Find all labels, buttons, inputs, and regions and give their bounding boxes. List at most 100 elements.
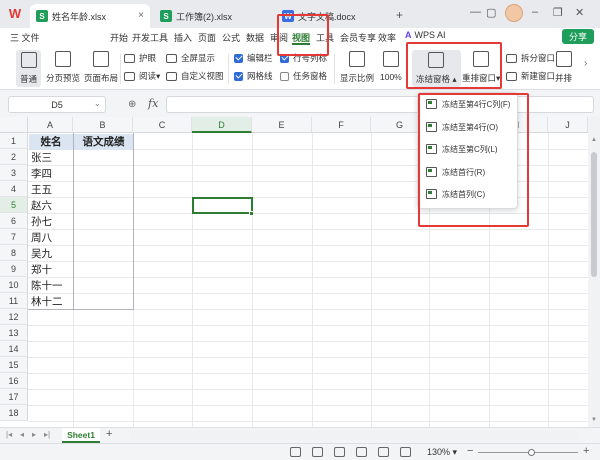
column-header-b[interactable]: B [73,117,133,133]
row-header-selected[interactable]: 5 [0,197,28,213]
zoom-level[interactable]: 130% ▾ [427,447,457,458]
function-icon[interactable]: fx [148,97,158,110]
add-sheet-icon[interactable]: + [106,428,112,440]
table-cell-name[interactable]: 赵六 [29,198,52,214]
row-header[interactable]: 13 [0,325,28,341]
wps-ai-button[interactable]: A WPS AI [405,30,446,40]
row-header[interactable]: 2 [0,149,28,165]
chevron-down-icon[interactable]: ⌄ [94,99,101,108]
gridlines-checkbox[interactable]: 网格线 [234,70,273,82]
table-cell-name[interactable]: 林十二 [29,294,63,310]
minimize-window-icon[interactable]: – [532,6,538,18]
wps-logo-icon[interactable]: W [6,6,24,22]
row-header[interactable]: 6 [0,213,28,229]
table-cell-name[interactable]: 王五 [29,182,52,198]
full-screen-button[interactable]: 全屏显示 [166,52,215,64]
row-header[interactable]: 10 [0,277,28,293]
table-cell-name[interactable]: 吴九 [29,246,52,262]
zoom-out-icon[interactable]: − [467,445,473,457]
row-header[interactable]: 14 [0,341,28,357]
active-cell[interactable] [192,197,253,214]
row-header[interactable]: 16 [0,373,28,389]
new-window-button[interactable]: 新建窗口 [506,70,555,82]
select-all-corner[interactable] [0,117,28,133]
header-cell-name[interactable]: 姓名 [29,134,73,150]
avatar[interactable] [505,4,523,22]
tab-file-1[interactable]: S 姓名年龄.xlsx × [30,4,150,28]
eye-icon[interactable] [290,447,301,457]
normal-view-button[interactable]: 普通 [16,50,42,87]
column-header-d[interactable]: D [192,117,252,133]
sheet-tab-sheet1[interactable]: Sheet1 [62,428,100,443]
first-sheet-icon[interactable]: |◂ [6,430,12,439]
row-header[interactable]: 7 [0,229,28,245]
grid-view-icon[interactable] [334,447,345,457]
reading-view-icon[interactable] [378,447,389,457]
task-pane-checkbox[interactable]: 任务窗格 [280,70,327,82]
scroll-down-icon[interactable]: ▼ [591,417,597,423]
zoom-search-icon[interactable]: ⊕ [128,99,136,110]
menu-formula[interactable]: 公式 [222,31,240,44]
row-header[interactable]: 8 [0,245,28,261]
row-header[interactable]: 1 [0,133,28,149]
zoom-in-icon[interactable]: + [583,445,589,457]
reading-button[interactable]: 阅读 ▾ [124,70,160,82]
row-header[interactable]: 4 [0,181,28,197]
full-screen-icon[interactable] [400,447,411,457]
fill-handle[interactable] [249,211,254,216]
normal-view-icon[interactable] [312,447,323,457]
share-button[interactable]: 分享 [562,29,594,44]
row-header[interactable]: 12 [0,309,28,325]
table-cell-name[interactable]: 陈十一 [29,278,63,294]
row-header[interactable]: 18 [0,405,28,421]
row-header[interactable]: 3 [0,165,28,181]
column-header-e[interactable]: E [252,117,312,133]
vertical-scroll-thumb[interactable] [591,152,597,277]
menu-file[interactable]: 三 文件 [10,31,40,44]
zoom-100-button[interactable]: 100% [380,51,402,82]
edit-bar-checkbox[interactable]: 编辑栏 [234,52,273,64]
table-cell-name[interactable]: 孙七 [29,214,52,230]
column-header-c[interactable]: C [133,117,192,133]
row-header[interactable]: 15 [0,357,28,373]
row-header[interactable]: 11 [0,293,28,309]
tile-icon[interactable]: ▢ [486,6,496,19]
menu-page[interactable]: 页面 [198,31,216,44]
eye-protection-button[interactable]: 护眼 [124,52,156,64]
menu-data[interactable]: 数据 [246,31,264,44]
page-view-icon[interactable] [356,447,367,457]
table-cell-name[interactable]: 周八 [29,230,52,246]
restore-window-icon[interactable]: ❐ [553,6,563,19]
table-cell-name[interactable]: 李四 [29,166,52,182]
horizontal-scrollbar[interactable] [130,431,578,440]
minimize-icon[interactable]: — [470,6,481,18]
ribbon-scroll-right-icon[interactable]: › [584,58,587,69]
column-header-f[interactable]: F [312,117,371,133]
close-tab-icon[interactable]: × [138,10,144,21]
show-ratio-button[interactable]: 显示比例 [340,51,374,84]
header-cell-score[interactable]: 语文成绩 [74,134,133,150]
prev-sheet-icon[interactable]: ◂ [20,430,24,439]
close-window-icon[interactable]: ✕ [575,6,584,19]
split-window-button[interactable]: 拆分窗口 [506,52,555,64]
name-box[interactable]: D5 [8,96,106,113]
menu-home[interactable]: 开始 [110,31,128,44]
column-header-a[interactable]: A [28,117,73,133]
scroll-up-icon[interactable]: ▲ [591,137,597,143]
last-sheet-icon[interactable]: ▸| [44,430,50,439]
menu-insert[interactable]: 插入 [174,31,192,44]
side-by-side-button[interactable]: 并排 [555,51,572,84]
new-tab-icon[interactable]: + [396,8,403,22]
custom-view-button[interactable]: 自定义视图 [166,70,224,82]
column-header-j[interactable]: J [548,117,588,133]
menu-member[interactable]: 会员专享 [340,31,376,44]
zoom-slider-handle[interactable] [528,449,535,456]
menu-efficiency[interactable]: 效率 [378,31,396,44]
row-header[interactable]: 17 [0,389,28,405]
page-break-preview-button[interactable]: 分页预览 [46,51,80,84]
next-sheet-icon[interactable]: ▸ [32,430,36,439]
table-cell-name[interactable]: 郑十 [29,262,52,278]
formula-input[interactable] [166,96,594,113]
table-cell-name[interactable]: 张三 [29,150,52,166]
row-header[interactable]: 9 [0,261,28,277]
